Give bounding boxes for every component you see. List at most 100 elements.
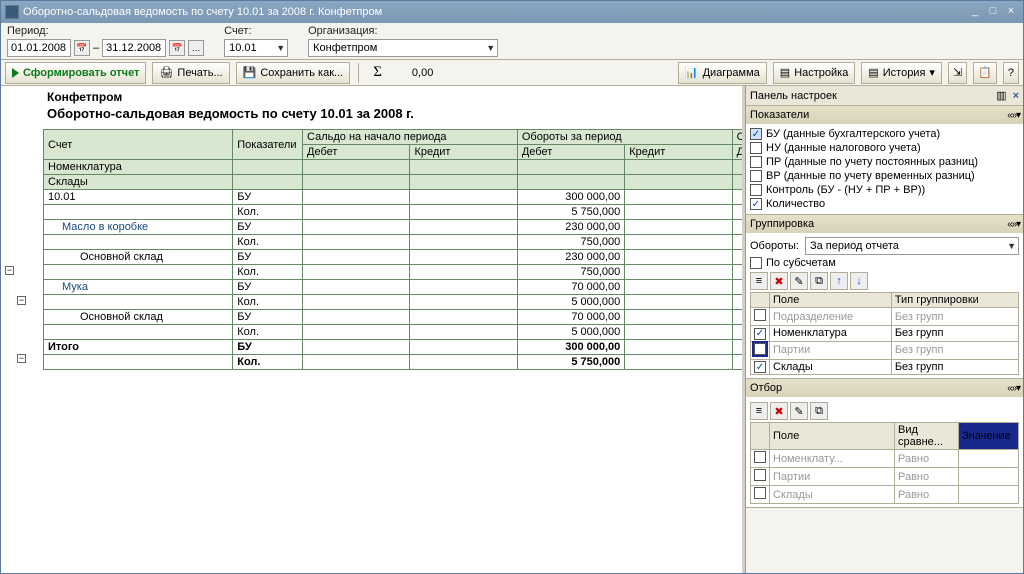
group-row: ПартииБез групп <box>751 341 1019 359</box>
add-icon[interactable]: ≡ <box>750 272 768 290</box>
chart-icon: 📊 <box>685 66 699 79</box>
panel-header: Панель настроек ▥ × <box>746 86 1023 106</box>
checkbox-nu[interactable] <box>750 142 762 154</box>
turnover-select[interactable]: За период отчета▼ <box>805 237 1019 255</box>
col-indicators: Показатели <box>233 130 303 160</box>
table-row: Кол.750,000 <box>44 235 746 250</box>
tool-button-2[interactable]: 📋 <box>973 62 997 84</box>
organization-group: Организация: Конфетпром▼ <box>308 25 498 57</box>
filter-row: СкладыРавно <box>751 486 1019 504</box>
checkbox-pr[interactable] <box>750 156 762 168</box>
app-icon <box>5 5 19 19</box>
group-row: ✓СкладыБез групп <box>751 359 1019 375</box>
date-to-input[interactable] <box>102 39 166 57</box>
filter-toolbar: ≡ ✖ ✎ ⧉ <box>750 400 1019 422</box>
sigma-value: 0,00 <box>394 67 451 79</box>
save-icon: 💾 <box>243 66 257 79</box>
table-row-total: ИтогоБУ300 000,00 <box>44 340 746 355</box>
gear-icon: ▤ <box>780 66 790 79</box>
account-select[interactable]: 10.01▼ <box>224 39 288 57</box>
table-row: МукаБУ70 000,00 <box>44 280 746 295</box>
copy-icon[interactable]: ⧉ <box>810 272 828 290</box>
table-row: Основной складБУ70 000,00 <box>44 310 746 325</box>
delete-icon[interactable]: ✖ <box>770 402 788 420</box>
copy-icon[interactable]: ⧉ <box>810 402 828 420</box>
account-label: Счет: <box>224 25 288 37</box>
settings-button[interactable]: ▤Настройка <box>773 62 856 84</box>
chevron-icon[interactable]: « » ▾ <box>1007 110 1019 121</box>
period-label: Период: <box>7 25 204 37</box>
save-as-button[interactable]: 💾Сохранить как... <box>236 62 351 84</box>
tool-button-1[interactable]: ⇲ <box>948 62 967 84</box>
history-icon: ▤ <box>868 66 878 79</box>
generate-report-button[interactable]: Сформировать отчет <box>5 62 146 84</box>
filter-row: ПартииРавно <box>751 468 1019 486</box>
table-row: Кол.5 000,000 <box>44 325 746 340</box>
table-row: Основной складБУ230 000,00 <box>44 250 746 265</box>
help-button[interactable]: ? <box>1003 62 1019 84</box>
grouping-table: ПолеТип группировки ПодразделениеБез гру… <box>750 292 1019 375</box>
checkbox-bu[interactable]: ✓ <box>750 128 762 140</box>
filter-table: ПолеВид сравне...Значение Номенклату...Р… <box>750 422 1019 504</box>
indicators-section: Показатели« » ▾ ✓БУ (данные бухгалтерско… <box>746 106 1023 215</box>
table-row-total: Кол.5 750,000 <box>44 355 746 370</box>
checkbox-vr[interactable] <box>750 170 762 182</box>
edit-icon[interactable]: ✎ <box>790 272 808 290</box>
window-title: Оборотно-сальдовая ведомость по счету 10… <box>23 6 967 18</box>
chevron-icon[interactable]: « » ▾ <box>1007 219 1019 230</box>
tree-collapse-icon[interactable]: − <box>17 354 26 363</box>
chevron-down-icon: ▼ <box>1007 241 1016 251</box>
filter-row: Номенклату...Равно <box>751 450 1019 468</box>
close-button[interactable]: × <box>1003 5 1019 19</box>
panel-settings-icon[interactable]: ▥ <box>996 89 1006 102</box>
play-icon <box>12 68 19 78</box>
app-window: Оборотно-сальдовая ведомость по счету 10… <box>0 0 1024 574</box>
chevron-down-icon: ▾ <box>929 66 935 79</box>
titlebar: Оборотно-сальдовая ведомость по счету 10… <box>1 1 1023 23</box>
checkbox-subaccounts[interactable] <box>750 257 762 269</box>
organization-select[interactable]: Конфетпром▼ <box>308 39 498 57</box>
date-from-calendar-icon[interactable]: 📅 <box>74 40 90 56</box>
settings-panel: Панель настроек ▥ × Показатели« » ▾ ✓БУ … <box>745 86 1023 573</box>
printer-icon: 🖨 <box>159 66 173 79</box>
toolbar: Сформировать отчет 🖨Печать... 💾Сохранить… <box>1 60 1023 86</box>
chevron-icon[interactable]: « » ▾ <box>1007 383 1019 394</box>
main-area: Конфетпром Оборотно-сальдовая ведомость … <box>1 86 1023 573</box>
checkbox-ctrl[interactable] <box>750 184 762 196</box>
filter-section: Отбор« » ▾ ≡ ✖ ✎ ⧉ ПолеВид сравне...Знач… <box>746 379 1023 508</box>
panel-close-icon[interactable]: × <box>1013 90 1019 102</box>
table-row: Кол.5 750,000 <box>44 205 746 220</box>
tree-collapse-icon[interactable]: − <box>17 296 26 305</box>
minimize-button[interactable]: _ <box>967 5 983 19</box>
col-start-balance: Сальдо на начало периода <box>303 130 518 145</box>
date-from-input[interactable] <box>7 39 71 57</box>
account-group: Счет: 10.01▼ <box>224 25 288 57</box>
move-up-icon[interactable]: ↑ <box>830 272 848 290</box>
edit-icon[interactable]: ✎ <box>790 402 808 420</box>
group-row: ✓НоменклатураБез групп <box>751 326 1019 342</box>
diagram-button[interactable]: 📊Диаграмма <box>678 62 767 84</box>
date-to-calendar-icon[interactable]: 📅 <box>169 40 185 56</box>
col-end-balance: Сал <box>732 130 745 145</box>
group-row: ПодразделениеБез групп <box>751 308 1019 326</box>
table-row: Кол.750,000 <box>44 265 746 280</box>
sigma-icon[interactable]: Σ <box>367 64 388 81</box>
grouping-section: Группировка« » ▾ Обороты: За период отче… <box>746 215 1023 379</box>
checkbox-kol[interactable]: ✓ <box>750 198 762 210</box>
print-button[interactable]: 🖨Печать... <box>152 62 229 84</box>
history-button[interactable]: ▤История▾ <box>861 62 942 84</box>
tree-collapse-icon[interactable]: − <box>5 266 14 275</box>
chevron-down-icon: ▼ <box>486 43 495 53</box>
period-picker-icon[interactable]: … <box>188 40 204 56</box>
delete-icon[interactable]: ✖ <box>770 272 788 290</box>
report-title: Оборотно-сальдовая ведомость по счету 10… <box>47 106 734 121</box>
add-icon[interactable]: ≡ <box>750 402 768 420</box>
report-header: Конфетпром Оборотно-сальдовая ведомость … <box>39 86 742 125</box>
report-area: Конфетпром Оборотно-сальдовая ведомость … <box>1 86 745 573</box>
organization-label: Организация: <box>308 25 498 37</box>
table-row: Кол.5 000,000 <box>44 295 746 310</box>
move-down-icon[interactable]: ↓ <box>850 272 868 290</box>
maximize-button[interactable]: □ <box>985 5 1001 19</box>
col-account: Счет <box>44 130 233 160</box>
table-row: 10.01БУ300 000,00 <box>44 190 746 205</box>
